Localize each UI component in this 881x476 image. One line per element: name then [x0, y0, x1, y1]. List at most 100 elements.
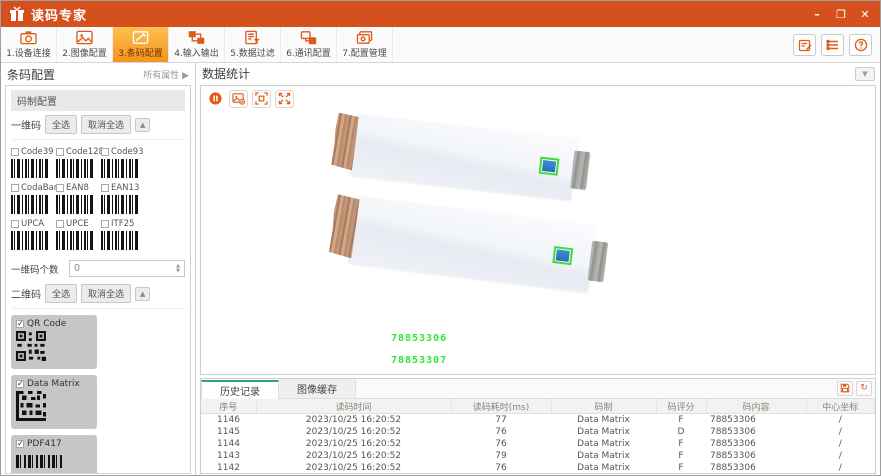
col-read-time[interactable]: 读码时间 — [256, 399, 451, 414]
select-all-1d-button[interactable]: 全选 — [45, 115, 77, 134]
checkbox[interactable] — [56, 220, 64, 228]
checkbox[interactable] — [16, 320, 24, 328]
fullscreen-button[interactable] — [275, 90, 294, 108]
image-viewport[interactable]: 78853306 78853307 — [200, 85, 876, 375]
left-panel-title: 条码配置 — [7, 66, 55, 83]
table-cell: 78853306 — [706, 462, 806, 474]
tab-comm-config[interactable]: 6.通讯配置 — [281, 27, 337, 62]
tab-input-output[interactable]: 4.输入输出 — [169, 27, 225, 62]
tab-label: 4.输入输出 — [174, 46, 219, 59]
fit-view-icon — [255, 92, 268, 105]
save-icon — [840, 383, 850, 393]
collapse-1d-button[interactable]: ▲ — [135, 118, 150, 132]
list-button[interactable] — [821, 34, 844, 56]
col-center-coord[interactable]: 中心坐标 — [806, 399, 875, 414]
checkbox[interactable] — [101, 220, 109, 228]
table-cell: / — [806, 438, 875, 450]
select-all-2d-button[interactable]: 全选 — [45, 284, 77, 303]
collapse-2d-button[interactable]: ▲ — [135, 287, 150, 301]
save-history-button[interactable] — [837, 381, 853, 396]
maximize-button[interactable]: ❐ — [834, 9, 848, 20]
help-button[interactable] — [849, 34, 872, 56]
col-code-type[interactable]: 码制 — [551, 399, 656, 414]
tab-image-cache[interactable]: 图像缓存 — [279, 379, 356, 398]
deselect-all-2d-button[interactable]: 取消全选 — [81, 284, 131, 303]
tab-config-manage[interactable]: 7.配置管理 — [337, 27, 393, 62]
col-content[interactable]: 码内容 — [706, 399, 806, 414]
tab-history[interactable]: 历史记录 — [201, 380, 279, 399]
table-cell: 2023/10/25 16:20:52 — [256, 414, 451, 426]
barcode-type-codabar[interactable]: CodaBar — [11, 183, 56, 214]
tab-device-connect[interactable]: 1.设备连接 — [1, 27, 57, 62]
snapshot-button[interactable] — [229, 90, 248, 108]
barcode-type-datamatrix[interactable]: Data Matrix — [11, 375, 97, 429]
barcode-edit-icon — [132, 30, 149, 45]
barcode-1d-count-row: 一维码个数 0 ▲▼ — [11, 260, 185, 277]
barcode-1d-label: 一维码 — [11, 117, 41, 132]
barcode-type-ean13[interactable]: EAN13 — [101, 183, 146, 214]
checkbox[interactable] — [101, 148, 109, 156]
spinner-arrows[interactable]: ▲▼ — [172, 264, 184, 274]
checkbox[interactable] — [56, 184, 64, 192]
close-button[interactable]: ✕ — [858, 9, 872, 20]
table-cell: 2023/10/25 16:20:52 — [256, 450, 451, 462]
table-row[interactable]: 11462023/10/25 16:20:5277Data MatrixF788… — [201, 414, 875, 426]
barcode-type-upce[interactable]: UPCE — [56, 219, 101, 250]
table-cell: F — [656, 462, 706, 474]
table-row[interactable]: 11442023/10/25 16:20:5276Data MatrixF788… — [201, 438, 875, 450]
col-index[interactable]: 序号 — [201, 399, 256, 414]
table-cell: 76 — [451, 438, 551, 450]
checkbox[interactable] — [11, 220, 19, 228]
history-table-body: 11462023/10/25 16:20:5277Data MatrixF788… — [201, 414, 875, 474]
checkbox[interactable] — [101, 184, 109, 192]
panel-dropdown-button[interactable]: ▼ — [855, 67, 875, 81]
barcode-sample — [11, 159, 49, 178]
barcode-type-code39[interactable]: Code39 — [11, 147, 56, 178]
refresh-history-button[interactable]: ↻ — [856, 381, 872, 396]
data-statistics-panel: 数据统计 ▼ — [196, 63, 880, 476]
table-cell: F — [656, 438, 706, 450]
main-toolbar: 1.设备连接 2.图像配置 3.条码配置 4.输入输出 5.数据过滤 — [1, 27, 880, 63]
table-row[interactable]: 11452023/10/25 16:20:5276Data MatrixD788… — [201, 426, 875, 438]
all-properties-link[interactable]: 所有属性 ▶ — [143, 68, 189, 81]
fit-button[interactable] — [252, 90, 271, 108]
pause-button[interactable] — [206, 90, 225, 108]
log-button[interactable] — [793, 34, 816, 56]
tab-barcode-config[interactable]: 3.条码配置 — [113, 27, 169, 62]
minimize-button[interactable]: – — [810, 9, 824, 20]
decode-roi-box — [552, 246, 573, 265]
col-grade[interactable]: 码评分 — [656, 399, 706, 414]
table-cell: 76 — [451, 462, 551, 474]
count-1d-spinner[interactable]: 0 ▲▼ — [69, 260, 185, 277]
inspected-part-bottom — [348, 195, 596, 292]
checkbox[interactable] — [11, 148, 19, 156]
tab-image-config[interactable]: 2.图像配置 — [57, 27, 113, 62]
barcode-type-pdf417[interactable]: PDF417 — [11, 435, 97, 474]
left-panel-header: 条码配置 所有属性 ▶ — [1, 63, 195, 85]
col-duration[interactable]: 读码耗时(ms) — [451, 399, 551, 414]
checkbox[interactable] — [16, 440, 24, 448]
notepad-pencil-icon — [798, 38, 812, 52]
table-cell: 79 — [451, 450, 551, 462]
config-icon — [356, 30, 373, 45]
table-row[interactable]: 11422023/10/25 16:20:5276Data MatrixF788… — [201, 462, 875, 474]
datamatrix-label — [542, 160, 556, 172]
barcode-sample — [11, 231, 49, 250]
barcode-type-qrcode[interactable]: QR Code — [11, 315, 97, 369]
barcode-type-ean8[interactable]: EAN8 — [56, 183, 101, 214]
barcode-type-upca[interactable]: UPCA — [11, 219, 56, 250]
decoded-results: 78853306 78853307 — [391, 333, 447, 375]
checkbox[interactable] — [16, 380, 24, 388]
barcode-type-itf25[interactable]: ITF25 — [101, 219, 146, 250]
table-cell: Data Matrix — [551, 438, 656, 450]
barcode-type-code93[interactable]: Code93 — [101, 147, 146, 178]
table-row[interactable]: 11432023/10/25 16:20:5279Data MatrixF788… — [201, 450, 875, 462]
barcode-type-code128[interactable]: Code128 — [56, 147, 101, 178]
tab-data-filter[interactable]: 5.数据过滤 — [225, 27, 281, 62]
table-cell: 2023/10/25 16:20:52 — [256, 426, 451, 438]
history-tab-strip: 历史记录 图像缓存 ↻ — [201, 379, 875, 399]
deselect-all-1d-button[interactable]: 取消全选 — [81, 115, 131, 134]
table-cell: 1146 — [201, 414, 256, 426]
checkbox[interactable] — [11, 184, 19, 192]
checkbox[interactable] — [56, 148, 64, 156]
